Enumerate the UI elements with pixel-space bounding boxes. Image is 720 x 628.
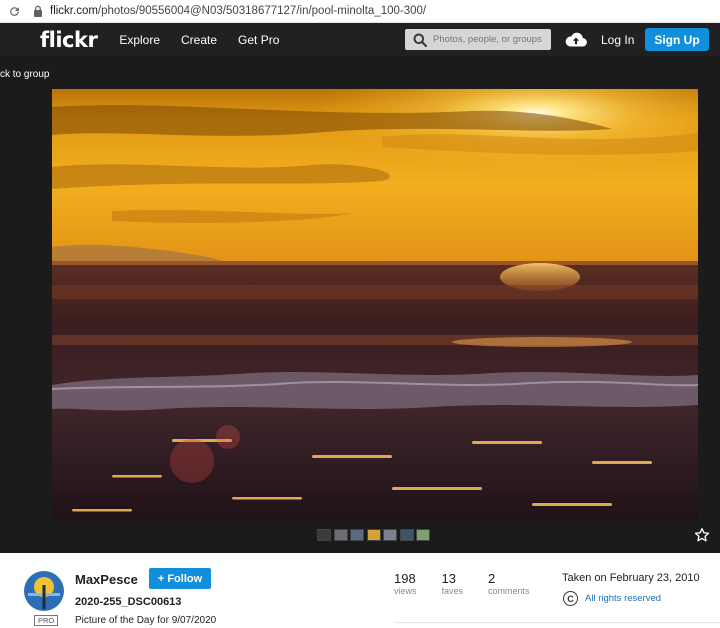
license-info[interactable]: C All rights reserved [563,591,661,606]
photo-stage: ck to group [0,56,720,553]
follow-button[interactable]: + Follow [149,568,211,589]
avatar[interactable] [24,571,64,611]
reload-icon[interactable] [7,4,21,18]
stat-views: 198 views [394,571,417,597]
thumbnail[interactable] [399,529,414,541]
site-header: flickr Explore Create Get Pro Log In Sig… [0,23,720,56]
login-link[interactable]: Log In [601,33,634,47]
thumbnail[interactable] [416,529,430,541]
nav-explore[interactable]: Explore [119,33,160,47]
taken-date: Taken on February 23, 2010 [562,572,700,584]
search-icon[interactable] [411,31,429,49]
photo-stats: 198 views 13 faves 2 comments [394,571,555,597]
main-nav: Explore Create Get Pro [119,33,300,47]
thumbnail[interactable] [350,529,364,541]
thumbnail[interactable] [317,529,331,541]
stats-divider [394,622,720,623]
stat-faves-label: faves [441,586,464,596]
stat-views-label: views [394,586,417,596]
nav-create[interactable]: Create [181,33,217,47]
back-to-group-link[interactable]: ck to group [0,69,49,80]
stat-comments-value: 2 [488,571,496,586]
stat-faves-value: 13 [441,571,456,586]
author-name[interactable]: MaxPesce [75,572,138,587]
thumbnail[interactable] [383,529,397,541]
stat-comments-label: comments [488,586,530,596]
stat-faves: 13 faves [442,571,464,597]
search-input[interactable] [433,34,543,45]
stat-comments: 2 comments [488,571,530,597]
main-photo[interactable] [52,89,698,521]
cloud-upload-icon[interactable] [565,31,587,47]
thumbnail[interactable] [366,529,381,541]
license-link[interactable]: All rights reserved [585,593,661,604]
pro-badge: PRO [34,615,59,626]
flickr-logo[interactable]: flickr [40,28,98,52]
url-text[interactable]: flickr.com/photos/90556004@N03/503186771… [50,5,426,17]
signup-button[interactable]: Sign Up [645,28,709,51]
photo-description: Picture of the Day for 9/07/2020 [75,615,217,626]
lock-icon[interactable] [32,5,44,17]
stat-views-value: 198 [394,571,416,586]
photostream-thumbnails [317,529,433,541]
nav-get-pro[interactable]: Get Pro [238,33,279,47]
thumbnail[interactable] [333,529,348,541]
search-box[interactable] [405,29,551,50]
photo-info-panel: PRO MaxPesce + Follow 2020-255_DSC00613 … [0,553,720,628]
photo-title: 2020-255_DSC00613 [75,596,182,608]
copyright-icon: C [563,591,578,606]
star-icon[interactable] [694,527,710,543]
browser-address-bar: flickr.com/photos/90556004@N03/503186771… [0,0,720,23]
